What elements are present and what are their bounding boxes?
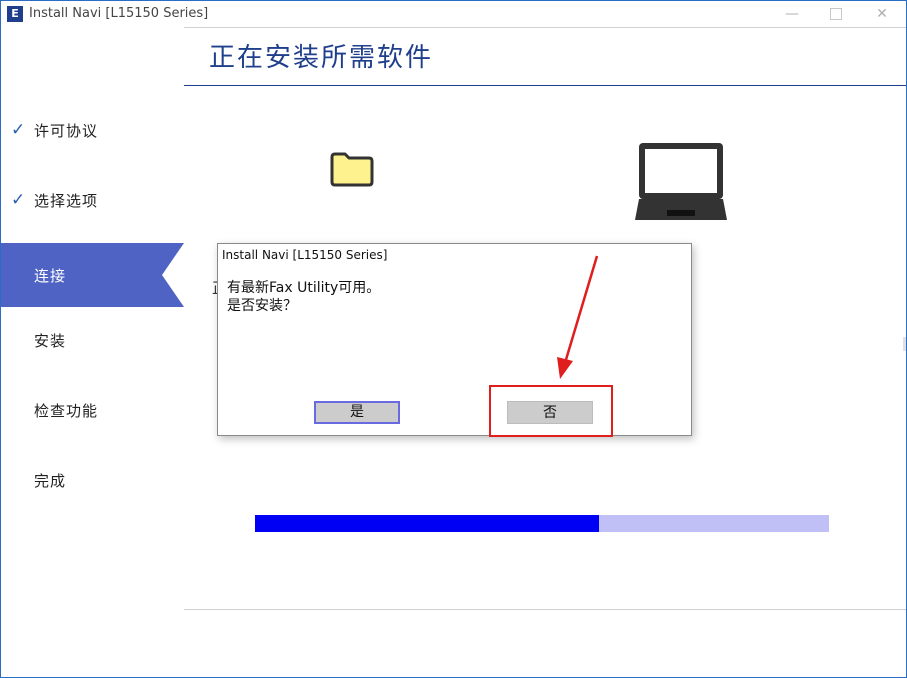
active-step-pointer — [162, 243, 184, 307]
step-label: 选择选项 — [34, 192, 99, 210]
folder-icon — [330, 152, 374, 187]
title-divider — [184, 85, 906, 86]
laptop-icon — [635, 143, 727, 220]
checkmark-icon: ✓ — [11, 190, 26, 210]
step-options: ✓ 选择选项 — [1, 166, 184, 230]
edge-marker — [903, 337, 906, 351]
update-dialog: Install Navi [L15150 Series] 有最新Fax Util… — [217, 243, 692, 436]
yes-button[interactable]: 是 — [314, 401, 400, 424]
footer-divider — [184, 609, 906, 610]
step-license: ✓ 许可协议 — [1, 96, 184, 160]
dialog-title: Install Navi [L15150 Series] — [222, 248, 388, 262]
maximize-button[interactable] — [822, 4, 850, 24]
dialog-message: 有最新Fax Utility可用。 是否安装？ — [227, 279, 380, 315]
window-title: Install Navi [L15150 Series] — [29, 6, 209, 21]
step-label: 完成 — [34, 472, 67, 490]
title-bar: E Install Navi [L15150 Series] — ✕ — [1, 1, 906, 27]
installer-window: E Install Navi [L15150 Series] — ✕ 正在安装所… — [0, 0, 907, 678]
step-label: 许可协议 — [34, 122, 99, 140]
step-label: 连接 — [34, 267, 67, 285]
annotation-highlight-box — [489, 385, 613, 437]
close-button[interactable]: ✕ — [868, 4, 896, 24]
dialog-message-line2: 是否安装？ — [227, 298, 297, 314]
annotation-arrow-icon — [557, 255, 599, 379]
progress-fill — [255, 515, 600, 532]
page-title: 正在安装所需软件 — [209, 43, 434, 73]
header-divider-top — [184, 27, 906, 28]
dialog-message-line1: 有最新Fax Utility可用。 — [227, 280, 381, 296]
app-logo-icon: E — [7, 6, 23, 22]
step-install: 安装 — [1, 306, 184, 370]
progress-bar — [255, 515, 829, 532]
checkmark-icon: ✓ — [11, 120, 26, 140]
minimize-button[interactable]: — — [778, 4, 806, 24]
step-check-functions: 检查功能 — [1, 376, 184, 440]
step-label: 检查功能 — [34, 402, 99, 420]
maximize-icon — [830, 8, 842, 20]
step-label: 安装 — [34, 332, 67, 350]
step-connect: 连接 — [1, 243, 184, 307]
step-finish: 完成 — [1, 446, 184, 510]
